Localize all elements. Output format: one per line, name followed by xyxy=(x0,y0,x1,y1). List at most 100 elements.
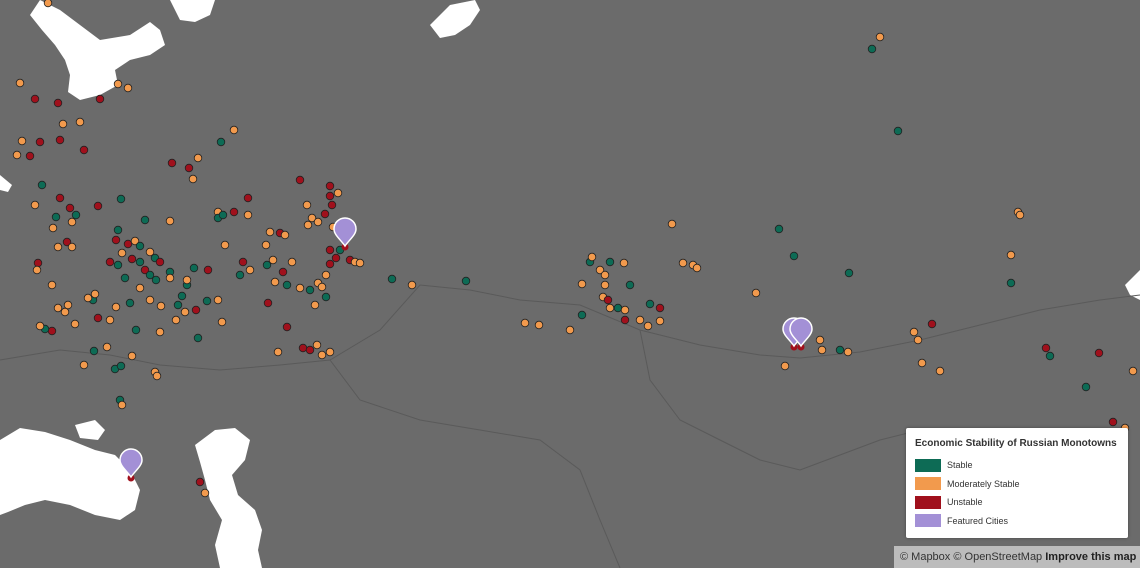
moderately-stable-town-point[interactable] xyxy=(917,358,927,368)
unstable-town-point[interactable] xyxy=(325,181,335,191)
stable-town-point[interactable] xyxy=(116,361,126,371)
stable-town-point[interactable] xyxy=(193,333,203,343)
stable-town-point[interactable] xyxy=(305,285,315,295)
moderately-stable-town-point[interactable] xyxy=(127,351,137,361)
stable-town-point[interactable] xyxy=(113,225,123,235)
moderately-stable-town-point[interactable] xyxy=(303,220,313,230)
unstable-town-point[interactable] xyxy=(195,477,205,487)
stable-town-point[interactable] xyxy=(613,303,623,313)
unstable-town-point[interactable] xyxy=(55,193,65,203)
stable-town-point[interactable] xyxy=(605,257,615,267)
unstable-town-point[interactable] xyxy=(167,158,177,168)
moderately-stable-town-point[interactable] xyxy=(245,265,255,275)
moderately-stable-town-point[interactable] xyxy=(171,315,181,325)
unstable-town-point[interactable] xyxy=(53,98,63,108)
stable-town-point[interactable] xyxy=(1081,382,1091,392)
stable-town-point[interactable] xyxy=(116,194,126,204)
osm-attribution-link[interactable]: © OpenStreetMap xyxy=(953,551,1042,563)
stable-town-point[interactable] xyxy=(867,44,877,54)
unstable-town-point[interactable] xyxy=(263,298,273,308)
moderately-stable-town-point[interactable] xyxy=(105,315,115,325)
moderately-stable-town-point[interactable] xyxy=(780,361,790,371)
moderately-stable-town-point[interactable] xyxy=(90,289,100,299)
unstable-town-point[interactable] xyxy=(191,305,201,315)
unstable-town-point[interactable] xyxy=(55,135,65,145)
stable-town-point[interactable] xyxy=(835,345,845,355)
improve-map-link[interactable]: Improve this map xyxy=(1045,551,1136,563)
stable-town-point[interactable] xyxy=(151,275,161,285)
moderately-stable-town-point[interactable] xyxy=(325,347,335,357)
stable-town-point[interactable] xyxy=(189,263,199,273)
moderately-stable-town-point[interactable] xyxy=(35,321,45,331)
unstable-town-point[interactable] xyxy=(325,191,335,201)
moderately-stable-town-point[interactable] xyxy=(47,280,57,290)
stable-town-point[interactable] xyxy=(135,257,145,267)
moderately-stable-town-point[interactable] xyxy=(156,301,166,311)
unstable-town-point[interactable] xyxy=(243,193,253,203)
moderately-stable-town-point[interactable] xyxy=(111,302,121,312)
moderately-stable-town-point[interactable] xyxy=(17,136,27,146)
moderately-stable-town-point[interactable] xyxy=(43,0,53,8)
stable-town-point[interactable] xyxy=(645,299,655,309)
unstable-town-point[interactable] xyxy=(1108,417,1118,427)
stable-town-point[interactable] xyxy=(1006,278,1016,288)
moderately-stable-town-point[interactable] xyxy=(193,153,203,163)
moderately-stable-town-point[interactable] xyxy=(355,258,365,268)
stable-town-point[interactable] xyxy=(177,291,187,301)
moderately-stable-town-point[interactable] xyxy=(935,366,945,376)
moderately-stable-town-point[interactable] xyxy=(587,252,597,262)
moderately-stable-town-point[interactable] xyxy=(217,317,227,327)
stable-town-point[interactable] xyxy=(893,126,903,136)
moderately-stable-town-point[interactable] xyxy=(58,119,68,129)
unstable-town-point[interactable] xyxy=(282,322,292,332)
unstable-town-point[interactable] xyxy=(35,137,45,147)
moderately-stable-town-point[interactable] xyxy=(600,280,610,290)
moderately-stable-town-point[interactable] xyxy=(63,300,73,310)
moderately-stable-town-point[interactable] xyxy=(220,240,230,250)
moderately-stable-town-point[interactable] xyxy=(273,347,283,357)
unstable-town-point[interactable] xyxy=(620,315,630,325)
moderately-stable-town-point[interactable] xyxy=(60,307,70,317)
unstable-town-point[interactable] xyxy=(30,94,40,104)
moderately-stable-town-point[interactable] xyxy=(12,150,22,160)
unstable-town-point[interactable] xyxy=(65,203,75,213)
moderately-stable-town-point[interactable] xyxy=(619,258,629,268)
moderately-stable-town-point[interactable] xyxy=(180,307,190,317)
unstable-town-point[interactable] xyxy=(305,345,315,355)
unstable-town-point[interactable] xyxy=(93,313,103,323)
unstable-town-point[interactable] xyxy=(327,200,337,210)
stable-town-point[interactable] xyxy=(625,280,635,290)
moderately-stable-town-point[interactable] xyxy=(270,277,280,287)
moderately-stable-town-point[interactable] xyxy=(577,279,587,289)
unstable-town-point[interactable] xyxy=(295,175,305,185)
stable-town-point[interactable] xyxy=(140,215,150,225)
stable-town-point[interactable] xyxy=(89,346,99,356)
moderately-stable-town-point[interactable] xyxy=(600,270,610,280)
moderately-stable-town-point[interactable] xyxy=(655,316,665,326)
mapbox-attribution-link[interactable]: © Mapbox xyxy=(900,551,950,563)
moderately-stable-town-point[interactable] xyxy=(843,347,853,357)
unstable-town-point[interactable] xyxy=(1094,348,1104,358)
unstable-town-point[interactable] xyxy=(298,343,308,353)
stable-town-point[interactable] xyxy=(37,180,47,190)
moderately-stable-town-point[interactable] xyxy=(321,270,331,280)
moderately-stable-town-point[interactable] xyxy=(317,282,327,292)
stable-town-point[interactable] xyxy=(135,241,145,251)
unstable-town-point[interactable] xyxy=(331,253,341,263)
stable-town-point[interactable] xyxy=(844,268,854,278)
stable-town-point[interactable] xyxy=(235,270,245,280)
unstable-town-point[interactable] xyxy=(927,319,937,329)
unstable-town-point[interactable] xyxy=(655,303,665,313)
unstable-town-point[interactable] xyxy=(127,254,137,264)
moderately-stable-town-point[interactable] xyxy=(875,32,885,42)
moderately-stable-town-point[interactable] xyxy=(117,400,127,410)
unstable-town-point[interactable] xyxy=(278,267,288,277)
unstable-town-point[interactable] xyxy=(203,265,213,275)
stable-town-point[interactable] xyxy=(71,210,81,220)
moderately-stable-town-point[interactable] xyxy=(520,318,530,328)
moderately-stable-town-point[interactable] xyxy=(678,258,688,268)
unstable-town-point[interactable] xyxy=(603,295,613,305)
moderately-stable-town-point[interactable] xyxy=(534,320,544,330)
unstable-town-point[interactable] xyxy=(123,239,133,249)
unstable-town-point[interactable] xyxy=(184,163,194,173)
